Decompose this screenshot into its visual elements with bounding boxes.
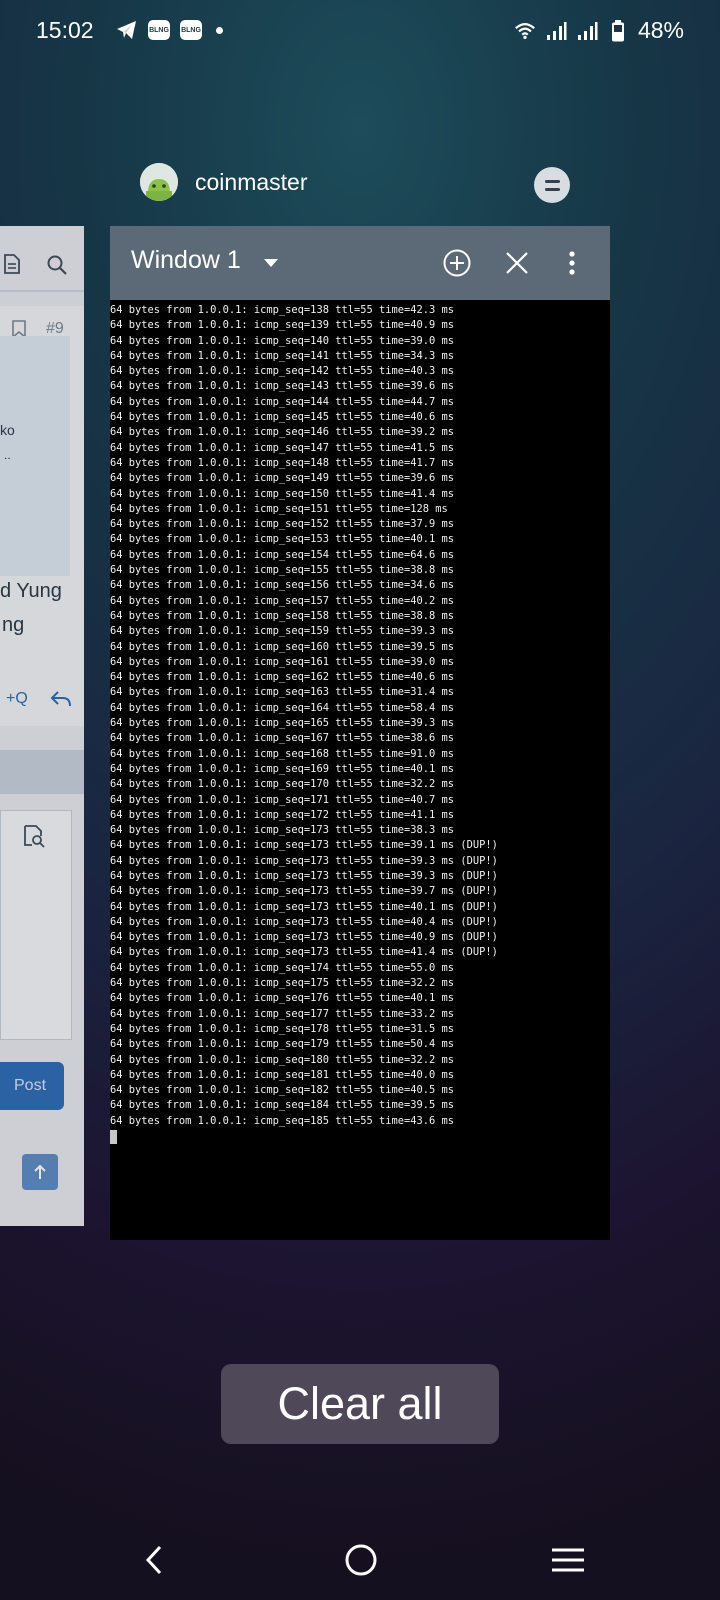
terminal-line: 64 bytes from 1.0.0.1: icmp_seq=181 ttl=… [110,1068,455,1081]
terminal-line: 64 bytes from 1.0.0.1: icmp_seq=177 ttl=… [110,1007,455,1020]
close-icon[interactable] [500,246,534,280]
terminal-line: 64 bytes from 1.0.0.1: icmp_seq=171 ttl=… [110,793,455,806]
terminal-line: 64 bytes from 1.0.0.1: icmp_seq=141 ttl=… [110,349,455,362]
terminal-line: 64 bytes from 1.0.0.1: icmp_seq=164 ttl=… [110,701,455,714]
terminal-line: 64 bytes from 1.0.0.1: icmp_seq=154 ttl=… [110,548,455,561]
terminal-line: 64 bytes from 1.0.0.1: icmp_seq=173 ttl=… [110,915,498,928]
terminal-line: 64 bytes from 1.0.0.1: icmp_seq=156 ttl=… [110,579,455,592]
terminal-line: 64 bytes from 1.0.0.1: icmp_seq=173 ttl=… [110,839,498,852]
terminal-app-card[interactable]: Window 1 64 bytes from 1.0.0.1: icmp_seq… [110,226,610,1240]
terminal-line: 64 bytes from 1.0.0.1: icmp_seq=176 ttl=… [110,992,455,1005]
battery-icon [607,19,629,42]
terminal-line: 64 bytes from 1.0.0.1: icmp_seq=173 ttl=… [110,854,498,867]
terminal-line: 64 bytes from 1.0.0.1: icmp_seq=152 ttl=… [110,518,455,531]
back-icon[interactable] [124,1520,184,1600]
recents-icon[interactable] [538,1520,598,1600]
terminal-line: 64 bytes from 1.0.0.1: icmp_seq=168 ttl=… [110,747,455,760]
terminal-line: 64 bytes from 1.0.0.1: icmp_seq=184 ttl=… [110,1099,455,1112]
terminal-line: 64 bytes from 1.0.0.1: icmp_seq=151 ttl=… [110,502,448,515]
terminal-line: 64 bytes from 1.0.0.1: icmp_seq=173 ttl=… [110,946,498,959]
terminal-line: 64 bytes from 1.0.0.1: icmp_seq=163 ttl=… [110,686,455,699]
terminal-line: 64 bytes from 1.0.0.1: icmp_seq=150 ttl=… [110,487,455,500]
clear-all-button[interactable]: Clear all [221,1364,499,1444]
terminal-line: 64 bytes from 1.0.0.1: icmp_seq=172 ttl=… [110,808,455,821]
terminal-line: 64 bytes from 1.0.0.1: icmp_seq=170 ttl=… [110,778,455,791]
dot-icon [216,26,223,34]
terminal-line: 64 bytes from 1.0.0.1: icmp_seq=140 ttl=… [110,334,455,347]
recent-app-header[interactable]: coinmaster [140,163,307,201]
terminal-line: 64 bytes from 1.0.0.1: icmp_seq=161 ttl=… [110,655,455,668]
status-time: 15:02 [36,17,94,43]
terminal-line: 64 bytes from 1.0.0.1: icmp_seq=165 ttl=… [110,717,455,730]
terminal-line: 64 bytes from 1.0.0.1: icmp_seq=149 ttl=… [110,472,455,485]
battery-percent: 48% [637,17,684,43]
terminal-line: 64 bytes from 1.0.0.1: icmp_seq=167 ttl=… [110,732,455,745]
navigation-bar [0,1520,720,1600]
app-options-button[interactable] [534,167,570,203]
terminal-line: 64 bytes from 1.0.0.1: icmp_seq=173 ttl=… [110,869,498,882]
notification-app-icon: BLNG [180,20,202,40]
terminal-toolbar: Window 1 [110,226,610,300]
notification-app-icon: BLNG [148,20,170,40]
add-window-icon[interactable] [440,246,474,280]
chevron-down-icon[interactable] [264,259,278,267]
app-name: coinmaster [195,168,308,195]
wifi-icon [514,20,536,42]
more-vert-icon[interactable] [555,246,589,280]
terminal-line: 64 bytes from 1.0.0.1: icmp_seq=180 ttl=… [110,1053,455,1066]
terminal-line: 64 bytes from 1.0.0.1: icmp_seq=139 ttl=… [110,319,455,332]
home-icon[interactable] [331,1520,391,1600]
terminal-line: 64 bytes from 1.0.0.1: icmp_seq=143 ttl=… [110,380,455,393]
terminal-line: 64 bytes from 1.0.0.1: icmp_seq=153 ttl=… [110,533,455,546]
terminal-line: 64 bytes from 1.0.0.1: icmp_seq=173 ttl=… [110,885,498,898]
signal-icon [545,20,567,42]
terminal-line: 64 bytes from 1.0.0.1: icmp_seq=158 ttl=… [110,609,455,622]
terminal-line: 64 bytes from 1.0.0.1: icmp_seq=179 ttl=… [110,1038,455,1051]
terminal-line: 64 bytes from 1.0.0.1: icmp_seq=157 ttl=… [110,594,455,607]
terminal-line: 64 bytes from 1.0.0.1: icmp_seq=147 ttl=… [110,441,455,454]
terminal-line: 64 bytes from 1.0.0.1: icmp_seq=178 ttl=… [110,1022,455,1035]
terminal-output[interactable]: 64 bytes from 1.0.0.1: icmp_seq=138 ttl=… [110,303,610,1240]
status-bar: 15:02 BLNG BLNG 48% [0,0,720,62]
terminal-line: 64 bytes from 1.0.0.1: icmp_seq=173 ttl=… [110,931,498,944]
terminal-line: 64 bytes from 1.0.0.1: icmp_seq=174 ttl=… [110,961,455,974]
previous-app-card[interactable]: #9 ko .. d Yung ng +Q Post [0,226,84,1226]
terminal-line: 64 bytes from 1.0.0.1: icmp_seq=145 ttl=… [110,411,455,424]
terminal-cursor [110,1130,117,1145]
signal-icon [576,20,598,42]
terminal-line: 64 bytes from 1.0.0.1: icmp_seq=148 ttl=… [110,456,455,469]
terminal-line: 64 bytes from 1.0.0.1: icmp_seq=173 ttl=… [110,824,455,837]
terminal-line: 64 bytes from 1.0.0.1: icmp_seq=155 ttl=… [110,564,455,577]
terminal-line: 64 bytes from 1.0.0.1: icmp_seq=160 ttl=… [110,640,455,653]
terminal-line: 64 bytes from 1.0.0.1: icmp_seq=142 ttl=… [110,365,455,378]
telegram-icon [116,19,138,41]
terminal-line: 64 bytes from 1.0.0.1: icmp_seq=138 ttl=… [110,304,455,316]
terminal-line: 64 bytes from 1.0.0.1: icmp_seq=159 ttl=… [110,625,455,638]
terminal-line: 64 bytes from 1.0.0.1: icmp_seq=175 ttl=… [110,977,455,990]
terminal-line: 64 bytes from 1.0.0.1: icmp_seq=173 ttl=… [110,900,498,913]
android-icon [140,163,178,201]
terminal-line: 64 bytes from 1.0.0.1: icmp_seq=162 ttl=… [110,671,455,684]
terminal-line: 64 bytes from 1.0.0.1: icmp_seq=146 ttl=… [110,426,455,439]
terminal-line: 64 bytes from 1.0.0.1: icmp_seq=185 ttl=… [110,1114,455,1127]
terminal-line: 64 bytes from 1.0.0.1: icmp_seq=144 ttl=… [110,395,455,408]
terminal-line: 64 bytes from 1.0.0.1: icmp_seq=182 ttl=… [110,1084,455,1097]
window-title[interactable]: Window 1 [131,246,241,275]
terminal-line: 64 bytes from 1.0.0.1: icmp_seq=169 ttl=… [110,762,455,775]
